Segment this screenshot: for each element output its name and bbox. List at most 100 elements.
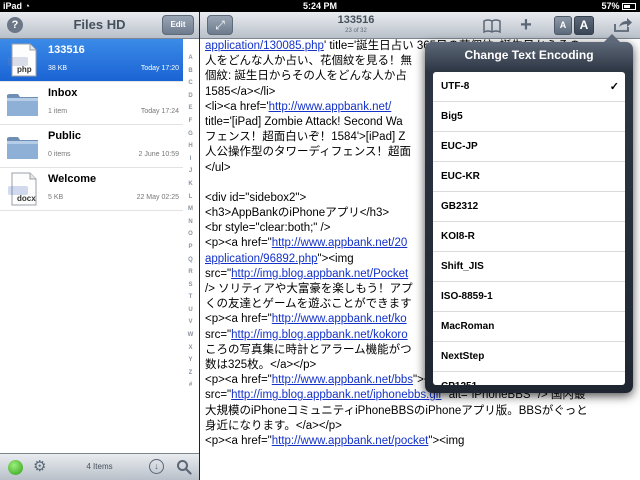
index-letter[interactable]: L bbox=[184, 191, 197, 204]
encoding-option-label: NextStep bbox=[441, 351, 485, 362]
viewer-toolbar: ⤢ 133516 23 of 32 + A A bbox=[200, 12, 640, 39]
encoding-option[interactable]: EUC-JP bbox=[433, 132, 625, 162]
content-text: <p><a href=" bbox=[205, 237, 272, 250]
content-text: "><img bbox=[317, 252, 354, 265]
index-letter[interactable]: C bbox=[184, 77, 197, 90]
content-link[interactable]: http://www.appbank.net/ bbox=[269, 101, 392, 113]
content-text: 数は325枚。</a></p> bbox=[205, 358, 317, 371]
content-link[interactable]: http://img.blog.appbank.net/kokoro bbox=[231, 329, 407, 341]
index-letter[interactable]: W bbox=[184, 329, 197, 342]
share-icon[interactable] bbox=[613, 17, 633, 33]
file-size: 5 KB bbox=[48, 194, 64, 201]
index-letter[interactable]: A bbox=[184, 52, 197, 65]
content-text: <p><a href=" bbox=[205, 374, 272, 387]
sidebar-toolbar: ? Files HD Edit bbox=[0, 12, 199, 39]
encoding-option[interactable]: NextStep bbox=[433, 342, 625, 372]
encoding-option[interactable]: EUC-KR bbox=[433, 162, 625, 192]
file-row[interactable]: Public 0 items 2 June 10:59 bbox=[0, 125, 183, 168]
index-letter[interactable]: H bbox=[184, 140, 197, 153]
encoding-option[interactable]: MacRoman bbox=[433, 312, 625, 342]
index-letter[interactable]: N bbox=[184, 216, 197, 229]
battery-icon bbox=[622, 3, 636, 10]
content-link[interactable]: http://www.appbank.net/20 bbox=[272, 237, 408, 249]
index-letter[interactable]: X bbox=[184, 342, 197, 355]
content-link[interactable]: http://www.appbank.net/ko bbox=[272, 313, 407, 325]
content-text: <p><a href=" bbox=[205, 434, 272, 447]
content-text: くの友達とゲームを遊ぶことができます bbox=[205, 298, 412, 311]
content-text: フェンス！超面白いぞ！1584'>[iPad] Z bbox=[205, 131, 406, 144]
content-link[interactable]: application/130085.php bbox=[205, 40, 324, 52]
bookmark-book-icon[interactable] bbox=[481, 15, 503, 35]
content-text: src=" bbox=[205, 267, 232, 280]
encoding-option-label: EUC-JP bbox=[441, 141, 478, 152]
encoding-option[interactable]: Big5 bbox=[433, 102, 625, 132]
encoding-option-label: EUC-KR bbox=[441, 171, 480, 182]
index-letter[interactable]: V bbox=[184, 316, 197, 329]
font-larger-button[interactable]: A bbox=[574, 16, 594, 35]
encoding-option-label: Big5 bbox=[441, 111, 463, 122]
index-letter[interactable]: B bbox=[184, 65, 197, 78]
content-text: <li><a href=' bbox=[205, 100, 269, 113]
encoding-option-label: CP1251 bbox=[441, 381, 477, 385]
encoding-option[interactable]: KOI8-R bbox=[433, 222, 625, 252]
index-letter[interactable]: Q bbox=[184, 254, 197, 267]
encoding-popover: Change Text Encoding UTF-8 ✓ Big5 EUC-JP EUC… bbox=[425, 34, 633, 393]
content-line: 身近になります。</a></p> bbox=[205, 419, 635, 434]
file-size: 38 KB bbox=[48, 65, 68, 72]
index-letter[interactable]: U bbox=[184, 304, 197, 317]
content-text: </ul> bbox=[205, 161, 231, 174]
encoding-option-label: ISO-8859-1 bbox=[441, 291, 493, 302]
viewer-title: 133516 bbox=[337, 14, 375, 26]
content-text: ころの写真集に時計とアラーム機能がつ bbox=[205, 343, 412, 356]
file-row[interactable]: php 133516 38 KB Today 17:20 bbox=[0, 39, 183, 82]
status-bar: iPad ◔ 5:24 PM 57% bbox=[0, 0, 640, 12]
index-letter[interactable]: R bbox=[184, 266, 197, 279]
encoding-option[interactable]: Shift_JIS bbox=[433, 252, 625, 282]
content-text: src=" bbox=[205, 328, 232, 341]
content-link[interactable]: application/96892.php bbox=[205, 253, 318, 265]
index-letter[interactable]: M bbox=[184, 203, 197, 216]
index-letter[interactable]: F bbox=[184, 115, 197, 128]
encoding-option[interactable]: CP1251 bbox=[433, 372, 625, 385]
index-letter[interactable]: Z bbox=[184, 367, 197, 380]
index-letter[interactable]: I bbox=[184, 153, 197, 166]
index-letter[interactable]: O bbox=[184, 228, 197, 241]
index-letter[interactable]: J bbox=[184, 165, 197, 178]
search-icon[interactable] bbox=[176, 459, 192, 475]
encoding-list: UTF-8 ✓ Big5 EUC-JP EUC-KR GB2312 KOI8-R Shift_… bbox=[433, 72, 625, 385]
index-letter[interactable]: G bbox=[184, 128, 197, 141]
content-link[interactable]: http://www.appbank.net/pocket bbox=[272, 435, 429, 447]
content-link[interactable]: http://www.appbank.net/bbs bbox=[272, 374, 413, 386]
content-text: 大規模のiPhoneコミュニティiPhoneBBSのiPhoneアプリ版。BBS… bbox=[205, 404, 588, 417]
encoding-option-label: KOI8-R bbox=[441, 231, 475, 242]
popover-title: Change Text Encoding bbox=[464, 48, 594, 62]
content-link[interactable]: http://img.blog.appbank.net/iphonebbs.gi… bbox=[231, 389, 441, 401]
edit-button[interactable]: Edit bbox=[162, 15, 194, 35]
encoding-option[interactable]: GB2312 bbox=[433, 192, 625, 222]
index-letter[interactable]: E bbox=[184, 102, 197, 115]
file-name: 133516 bbox=[48, 44, 85, 56]
content-link[interactable]: http://img.blog.appbank.net/Pocket bbox=[231, 268, 408, 280]
file-name: Public bbox=[48, 130, 82, 142]
index-letter[interactable]: # bbox=[184, 379, 197, 392]
item-count: 4 Items bbox=[86, 462, 113, 471]
content-text: /> ソリティアや大富豪を楽しもう！アプ bbox=[205, 283, 413, 295]
index-letter[interactable]: P bbox=[184, 241, 197, 254]
encoding-option[interactable]: ISO-8859-1 bbox=[433, 282, 625, 312]
file-date: 22 May 02:25 bbox=[136, 194, 179, 201]
file-name: Welcome bbox=[48, 173, 97, 185]
file-row[interactable]: docx Welcome 5 KB 22 May 02:25 bbox=[0, 168, 183, 211]
file-row[interactable]: Inbox 1 item Today 17:24 bbox=[0, 82, 183, 125]
index-letter[interactable]: S bbox=[184, 279, 197, 292]
alphabet-index[interactable]: A B C D E F G H I J K L M N O P Q R S T U V W X Y Z # bbox=[184, 52, 197, 392]
download-icon[interactable]: ↓ bbox=[149, 459, 164, 474]
content-text: 1585</a></li> bbox=[205, 85, 276, 98]
content-text: 身近になります。</a></p> bbox=[205, 419, 342, 432]
encoding-option[interactable]: UTF-8 ✓ bbox=[433, 72, 625, 102]
index-letter[interactable]: T bbox=[184, 291, 197, 304]
font-smaller-button[interactable]: A bbox=[554, 16, 572, 35]
index-letter[interactable]: Y bbox=[184, 354, 197, 367]
index-letter[interactable]: K bbox=[184, 178, 197, 191]
index-letter[interactable]: D bbox=[184, 90, 197, 103]
add-icon[interactable]: + bbox=[515, 15, 537, 35]
